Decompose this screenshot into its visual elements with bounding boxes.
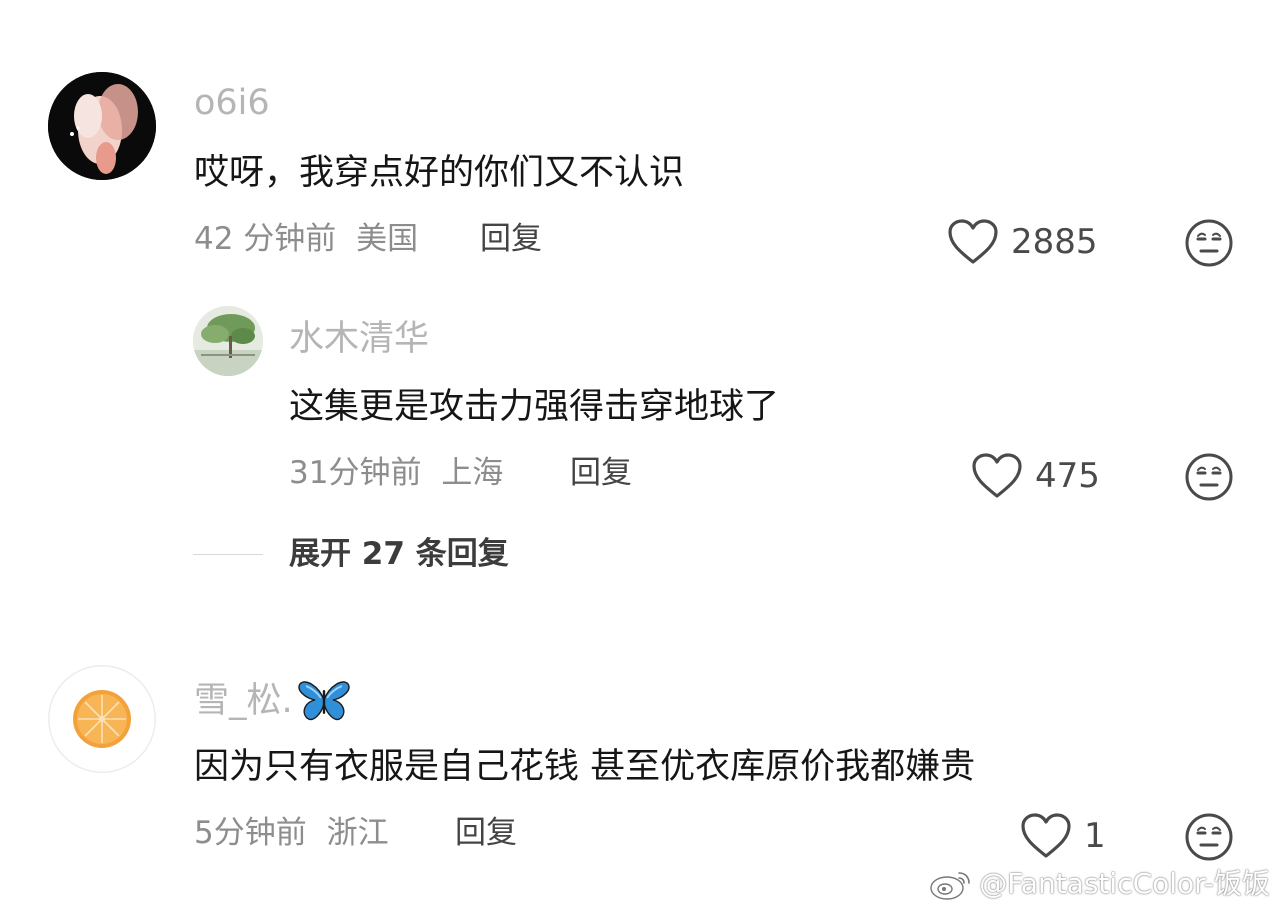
like-button[interactable]: 1 (1020, 812, 1106, 860)
comment-meta: 5分钟前 浙江 (194, 818, 389, 849)
unamused-face-icon (1185, 813, 1233, 861)
heart-outline-icon (1021, 813, 1071, 858)
comment-time: 42 分钟前 (194, 221, 337, 257)
username[interactable]: o6i6 (194, 86, 270, 121)
like-button[interactable]: 2885 (947, 218, 1098, 266)
watermark: @FantasticColor-饭饭 (929, 867, 1270, 901)
comment-time: 31分钟前 (289, 455, 422, 491)
comment-text: 因为只有衣服是自己花钱 甚至优衣库原价我都嫌贵 (194, 747, 976, 787)
weibo-logo-icon (930, 872, 971, 900)
comment-meta: 42 分钟前 美国 (194, 224, 418, 255)
avatar[interactable] (48, 72, 156, 180)
divider (193, 554, 263, 555)
dislike-button[interactable] (1184, 812, 1234, 866)
reply-button[interactable]: 回复 (480, 224, 542, 255)
reply-button[interactable]: 回复 (455, 818, 517, 849)
comment-time: 5分钟前 (194, 815, 307, 851)
username-row: 雪_松. (194, 678, 351, 724)
like-count: 2885 (1011, 222, 1098, 262)
reply-text: 这集更是攻击力强得击穿地球了 (289, 387, 780, 427)
heart-outline-icon (972, 453, 1022, 498)
username[interactable]: 雪_松. (194, 683, 293, 719)
like-count: 475 (1035, 456, 1100, 496)
expand-replies-button[interactable]: 展开 27 条回复 (289, 539, 509, 570)
heart-outline-icon (948, 219, 998, 264)
reply-button[interactable]: 回复 (570, 458, 632, 489)
username[interactable]: 水木清华 (289, 322, 429, 357)
dislike-button[interactable] (1184, 452, 1234, 506)
watermark-text: @FantasticColor-饭饭 (979, 867, 1270, 900)
unamused-face-icon (1185, 219, 1233, 267)
dislike-button[interactable] (1184, 218, 1234, 272)
like-count: 1 (1084, 816, 1106, 856)
avatar[interactable] (48, 665, 156, 773)
comment-location: 上海 (441, 455, 504, 491)
avatar[interactable] (193, 306, 263, 376)
comment-text: 哎呀，我穿点好的你们又不认识 (194, 153, 685, 193)
comment-location: 浙江 (326, 815, 389, 851)
butterfly-icon (298, 681, 350, 721)
comment-location: 美国 (356, 221, 419, 257)
like-button[interactable]: 475 (971, 452, 1100, 500)
unamused-face-icon (1185, 453, 1233, 501)
comment-meta: 31分钟前 上海 (289, 458, 503, 489)
